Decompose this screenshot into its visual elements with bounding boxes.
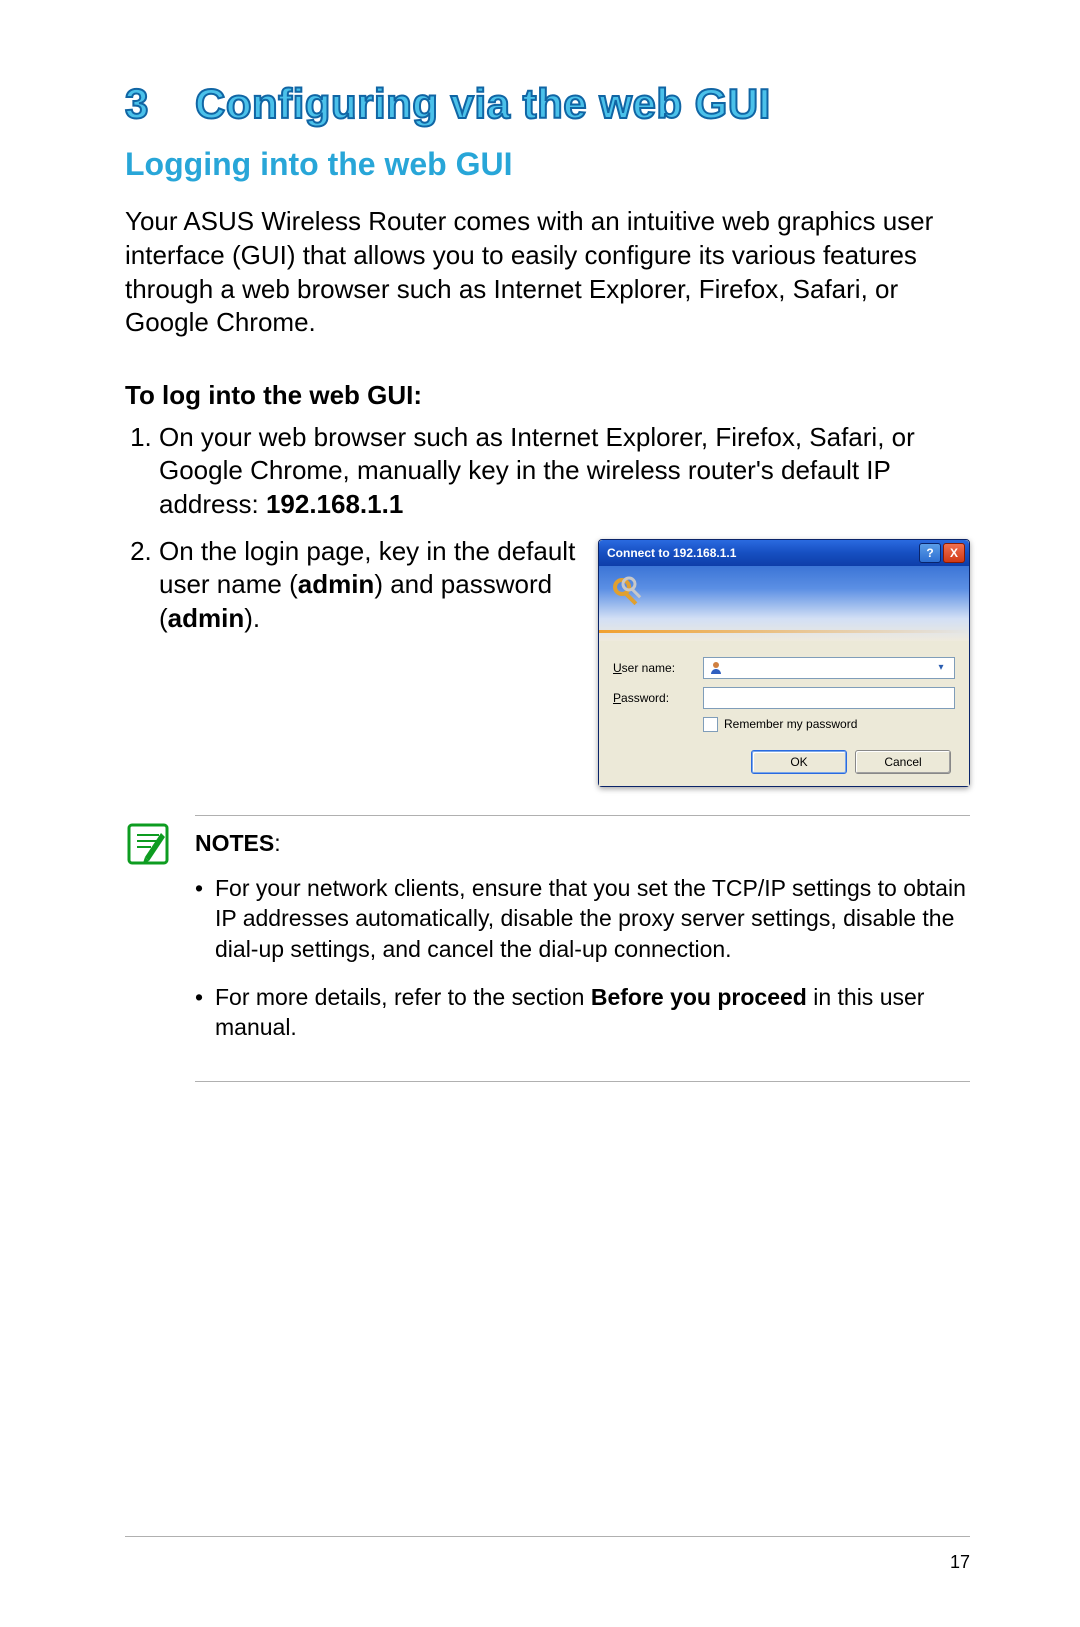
procedure-heading: To log into the web GUI:: [125, 380, 970, 411]
step-1: On your web browser such as Internet Exp…: [159, 421, 970, 521]
chapter-number: 3: [125, 80, 195, 128]
close-button[interactable]: X: [943, 543, 965, 563]
password-input[interactable]: [703, 687, 955, 709]
dialog-titlebar[interactable]: Connect to 192.168.1.1 ? X: [599, 540, 969, 566]
username-input[interactable]: ▾: [703, 657, 955, 679]
remember-checkbox[interactable]: [703, 717, 718, 732]
page-number: 17: [950, 1552, 970, 1573]
dialog-title: Connect to 192.168.1.1: [607, 546, 917, 560]
note-item-1: For your network clients, ensure that yo…: [195, 873, 966, 964]
notes-panel: NOTES: For your network clients, ensure …: [195, 815, 970, 1082]
chapter-title: Configuring via the web GUI: [195, 80, 771, 127]
step-2: On the login page, key in the default us…: [159, 535, 580, 635]
cancel-button[interactable]: Cancel: [855, 750, 951, 774]
dialog-banner: [599, 566, 969, 641]
section-heading: Logging into the web GUI: [125, 146, 970, 183]
notes-heading: NOTES:: [195, 830, 966, 857]
step-list: On your web browser such as Internet Exp…: [125, 421, 970, 521]
password-label: Password:: [613, 691, 703, 705]
keys-icon: [609, 574, 649, 614]
dropdown-icon[interactable]: ▾: [932, 658, 950, 678]
default-ip: 192.168.1.1: [266, 489, 403, 519]
chapter-heading: 3Configuring via the web GUI: [125, 80, 970, 128]
remember-label: Remember my password: [724, 717, 857, 731]
note-item-2: For more details, refer to the section B…: [195, 982, 966, 1043]
person-icon: [708, 660, 724, 676]
login-dialog: Connect to 192.168.1.1 ? X User name:: [598, 539, 970, 787]
help-button[interactable]: ?: [919, 543, 941, 563]
username-label: User name:: [613, 661, 703, 675]
footer-rule: [125, 1536, 970, 1537]
notes-icon: [125, 821, 171, 867]
intro-paragraph: Your ASUS Wireless Router comes with an …: [125, 205, 970, 340]
ok-button[interactable]: OK: [751, 750, 847, 774]
